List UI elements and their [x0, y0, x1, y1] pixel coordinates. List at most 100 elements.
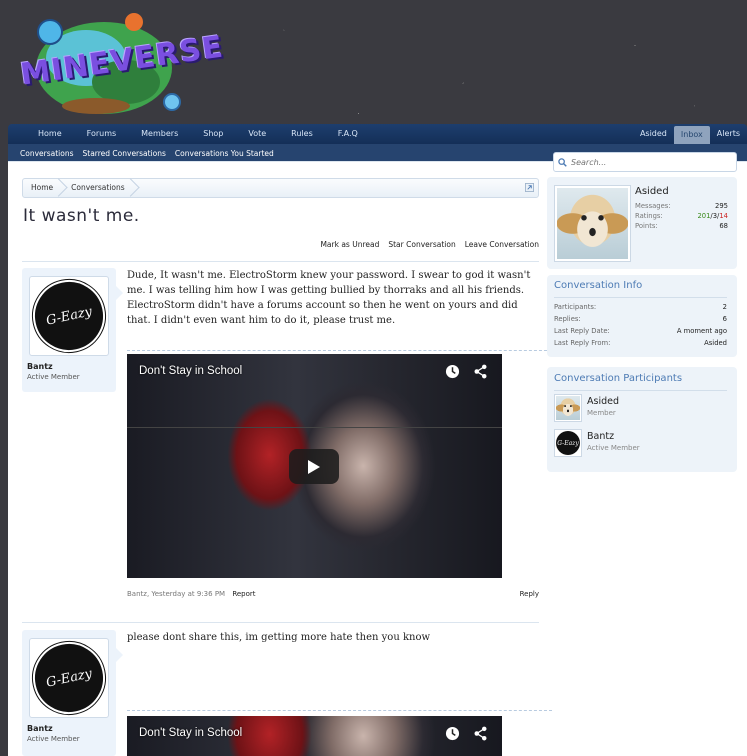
jump-to-icon[interactable]: [525, 183, 534, 192]
subnav-started[interactable]: Conversations You Started: [175, 144, 274, 163]
conversation-info-panel: Conversation Info Participants: 2 Replie…: [547, 275, 737, 357]
visitor-panel: Asided Messages: 295 Ratings: 201/3/14 P…: [547, 177, 737, 269]
participants-panel: Conversation Participants Asided Member …: [547, 367, 737, 472]
message-post: G-Eazy Bantz Active Member please dont s…: [22, 630, 552, 756]
message-arrow: [116, 648, 123, 662]
subnav-starred[interactable]: Starred Conversations: [83, 144, 166, 163]
message-separator: [127, 350, 552, 351]
participant-title: Active Member: [587, 444, 640, 452]
video-title[interactable]: Don't Stay in School: [139, 365, 242, 377]
message-text: Dude, It wasn't me. ElectroStorm knew yo…: [127, 270, 531, 326]
participant-name[interactable]: Bantz: [587, 431, 614, 442]
info-row-replies: Replies: 6: [554, 315, 727, 323]
message-post: G-Eazy Bantz Active Member Dude, It wasn…: [22, 268, 552, 608]
stat-label: Messages:: [635, 202, 671, 210]
nav-rules[interactable]: Rules: [291, 124, 313, 143]
reply-link[interactable]: Reply: [520, 590, 539, 598]
nav-faq[interactable]: F.A.Q: [338, 124, 358, 143]
info-label: Last Reply From:: [554, 339, 611, 347]
message-user-info: G-Eazy Bantz Active Member: [22, 630, 116, 756]
participant-name[interactable]: Asided: [587, 396, 619, 407]
nav-shop[interactable]: Shop: [203, 124, 223, 143]
participant-item[interactable]: G-Eazy Bantz Active Member: [554, 429, 729, 459]
visitor-avatar[interactable]: [554, 185, 631, 262]
participants-heading: Conversation Participants: [554, 373, 683, 384]
breadcrumb: Home Conversations: [22, 178, 539, 198]
avatar-logo: G-Eazy: [25, 272, 113, 360]
info-row-last-reply-date: Last Reply Date: A moment ago: [554, 327, 727, 335]
info-value: 2: [722, 303, 727, 311]
message-user-title: Active Member: [27, 373, 80, 381]
nav-forums[interactable]: Forums: [87, 124, 117, 143]
leave-conversation-link[interactable]: Leave Conversation: [465, 240, 539, 249]
info-label: Last Reply Date:: [554, 327, 610, 335]
message-user-info: G-Eazy Bantz Active Member: [22, 268, 116, 392]
info-value: A moment ago: [676, 327, 727, 335]
info-row-participants: Participants: 2: [554, 303, 727, 311]
video-embed[interactable]: Don't Stay in School: [127, 716, 502, 756]
visitor-stat-points: Points: 68: [635, 222, 728, 230]
conversation-info-heading: Conversation Info: [554, 280, 643, 291]
ratings-neutral: 3: [712, 212, 718, 220]
nav-home[interactable]: Home: [38, 124, 62, 143]
nav-account[interactable]: Asided: [633, 124, 674, 144]
message-username[interactable]: Bantz: [22, 362, 116, 371]
visitor-stat-ratings: Ratings: 201/3/14: [635, 212, 728, 220]
star-conversation-link[interactable]: Star Conversation: [388, 240, 455, 249]
search-box[interactable]: [553, 152, 737, 172]
nav-alerts[interactable]: Alerts: [710, 124, 747, 144]
avatar[interactable]: G-Eazy: [25, 272, 113, 360]
participant-avatar[interactable]: G-Eazy: [554, 429, 582, 457]
visitor-stat-messages: Messages: 295: [635, 202, 728, 210]
mark-unread-link[interactable]: Mark as Unread: [320, 240, 379, 249]
nav-members[interactable]: Members: [141, 124, 178, 143]
report-link[interactable]: Report: [232, 590, 255, 598]
breadcrumb-home[interactable]: Home: [23, 179, 63, 197]
info-label: Replies:: [554, 315, 581, 323]
dog-avatar-image: [556, 396, 580, 420]
panel-separator: [554, 297, 727, 298]
share-icon[interactable]: [473, 364, 488, 379]
info-row-last-reply-from: Last Reply From: Asided: [554, 339, 727, 347]
search-icon: [558, 157, 567, 167]
video-embed[interactable]: Don't Stay in School: [127, 354, 502, 578]
participant-item[interactable]: Asided Member: [554, 394, 729, 424]
ratings-value[interactable]: 201/3/14: [697, 212, 728, 220]
ratings-negative: 14: [719, 212, 728, 220]
video-line: [127, 427, 502, 428]
info-value[interactable]: Asided: [704, 339, 727, 347]
play-button[interactable]: [289, 449, 339, 484]
info-label: Participants:: [554, 303, 597, 311]
info-value: 6: [722, 315, 727, 323]
search-input[interactable]: [571, 157, 731, 167]
participant-avatar[interactable]: [554, 394, 582, 422]
avatar[interactable]: G-Eazy: [25, 634, 113, 722]
play-icon: [308, 459, 320, 474]
meta-author[interactable]: Bantz: [127, 590, 147, 598]
avatar-logo: G-Eazy: [25, 634, 113, 722]
main-navbar: Home Forums Members Shop Vote Rules F.A.…: [8, 124, 747, 144]
share-icon[interactable]: [473, 726, 488, 741]
message-username[interactable]: Bantz: [22, 724, 116, 733]
page-title: It wasn't me.: [23, 206, 140, 226]
message-text: please dont share this, im getting more …: [127, 632, 431, 643]
watch-later-icon[interactable]: [445, 364, 460, 379]
ratings-positive: 201: [697, 212, 711, 220]
meta-time[interactable]: Yesterday at 9:36 PM: [151, 590, 225, 598]
stat-label: Points:: [635, 222, 658, 230]
nav-vote[interactable]: Vote: [248, 124, 266, 143]
message-divider: [22, 261, 539, 262]
stat-value[interactable]: 295: [715, 202, 728, 210]
stat-value[interactable]: 68: [719, 222, 728, 230]
breadcrumb-conversations[interactable]: Conversations: [63, 179, 135, 197]
visitor-name[interactable]: Asided: [635, 186, 669, 197]
watch-later-icon[interactable]: [445, 726, 460, 741]
message-meta: Bantz, Yesterday at 9:36 PM Report Reply: [127, 590, 539, 598]
subnav-conversations[interactable]: Conversations: [20, 144, 74, 163]
nav-inbox[interactable]: Inbox: [673, 126, 710, 144]
site-header: MINEVERSE: [0, 0, 747, 124]
conversation-actions: Mark as Unread Star Conversation Leave C…: [300, 240, 539, 249]
panel-separator: [554, 390, 727, 391]
site-logo[interactable]: MINEVERSE: [16, 10, 226, 118]
video-title[interactable]: Don't Stay in School: [139, 727, 242, 739]
